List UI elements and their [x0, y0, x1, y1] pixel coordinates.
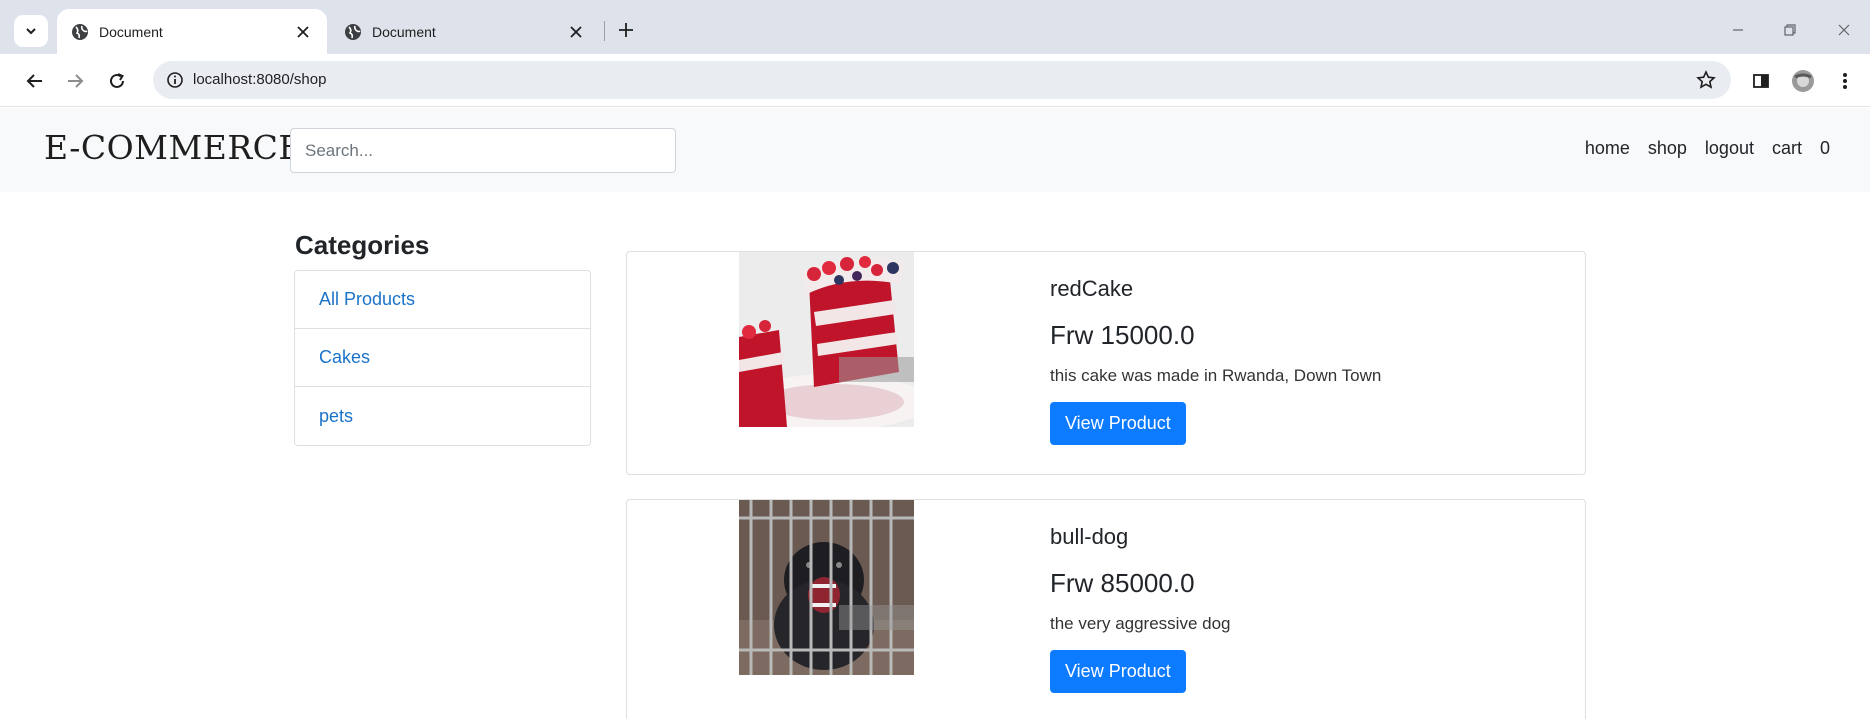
product-image-dog — [739, 500, 914, 675]
nav-link-logout[interactable]: logout — [1705, 138, 1754, 159]
back-button[interactable] — [20, 66, 50, 96]
chevron-down-icon — [26, 28, 36, 35]
minimize-icon — [1733, 29, 1743, 31]
category-cakes[interactable]: Cakes — [295, 329, 590, 387]
tab-close-icon[interactable] — [564, 20, 588, 44]
forward-button[interactable] — [60, 66, 90, 96]
bookmark-star-icon[interactable] — [1693, 67, 1719, 93]
reload-icon — [110, 73, 124, 88]
tab-close-icon[interactable] — [291, 20, 315, 44]
more-vertical-icon — [1843, 73, 1847, 89]
nav-link-home[interactable]: home — [1585, 138, 1630, 159]
categories-heading: Categories — [295, 230, 430, 260]
url-text: localhost:8080/shop — [193, 71, 327, 88]
reload-button[interactable] — [102, 66, 132, 96]
product-description: this cake was made in Rwanda, Down Town — [1050, 366, 1382, 385]
globe-icon — [345, 23, 361, 40]
product-price: Frw 85000.0 — [1050, 568, 1195, 598]
info-icon[interactable] — [161, 66, 189, 94]
minimize-button[interactable] — [1724, 16, 1752, 44]
product-name: redCake — [1050, 276, 1134, 301]
tab-title: Document — [372, 23, 436, 40]
category-all-products[interactable]: All Products — [295, 271, 590, 329]
arrow-left-icon — [26, 74, 42, 88]
browser-toolbar: localhost:8080/shop — [0, 54, 1870, 107]
nav-link-shop[interactable]: shop — [1648, 138, 1687, 159]
avatar — [1792, 70, 1814, 92]
cart-count[interactable]: 0 — [1820, 138, 1830, 159]
menu-button[interactable] — [1830, 66, 1860, 96]
product-image-cake — [739, 252, 914, 427]
side-panel-icon — [1753, 74, 1769, 88]
product-card: bull-dog Frw 85000.0 the very aggressive… — [626, 499, 1586, 719]
brand-logo[interactable]: E-COMMERCE — [44, 128, 303, 167]
close-window-button[interactable] — [1830, 16, 1858, 44]
globe-icon — [72, 23, 88, 40]
nav-link-cart[interactable]: cart — [1772, 138, 1802, 159]
profile-avatar[interactable] — [1788, 66, 1818, 96]
arrow-right-icon — [68, 74, 84, 88]
site-navbar: E-COMMERCE home shop logout cart 0 — [0, 108, 1870, 192]
view-product-button[interactable]: View Product — [1050, 650, 1186, 693]
tab-document-inactive[interactable]: Document — [330, 9, 600, 54]
restore-icon — [1784, 24, 1796, 36]
product-description: the very aggressive dog — [1050, 614, 1231, 633]
tab-document-active[interactable]: Document — [57, 9, 327, 54]
categories-list: All Products Cakes pets — [294, 270, 591, 446]
product-info: bull-dog Frw 85000.0 the very aggressive… — [1050, 524, 1231, 693]
nav-links: home shop logout cart 0 — [1585, 138, 1830, 159]
new-tab-button[interactable] — [612, 16, 640, 44]
address-bar[interactable]: localhost:8080/shop — [153, 61, 1731, 99]
close-icon — [1838, 24, 1850, 36]
tab-separator — [604, 21, 605, 41]
view-product-button[interactable]: View Product — [1050, 402, 1186, 445]
side-panel-button[interactable] — [1746, 66, 1776, 96]
tab-title: Document — [99, 23, 163, 40]
product-price: Frw 15000.0 — [1050, 320, 1195, 350]
tab-search-button[interactable] — [14, 15, 48, 47]
browser-tabstrip: Document Document — [0, 0, 1870, 54]
restore-button[interactable] — [1776, 16, 1804, 44]
product-card: redCake Frw 15000.0 this cake was made i… — [626, 251, 1586, 475]
category-pets[interactable]: pets — [295, 387, 590, 445]
product-info: redCake Frw 15000.0 this cake was made i… — [1050, 276, 1381, 445]
product-name: bull-dog — [1050, 524, 1129, 549]
search-input[interactable] — [290, 128, 676, 173]
plus-icon — [619, 23, 633, 37]
